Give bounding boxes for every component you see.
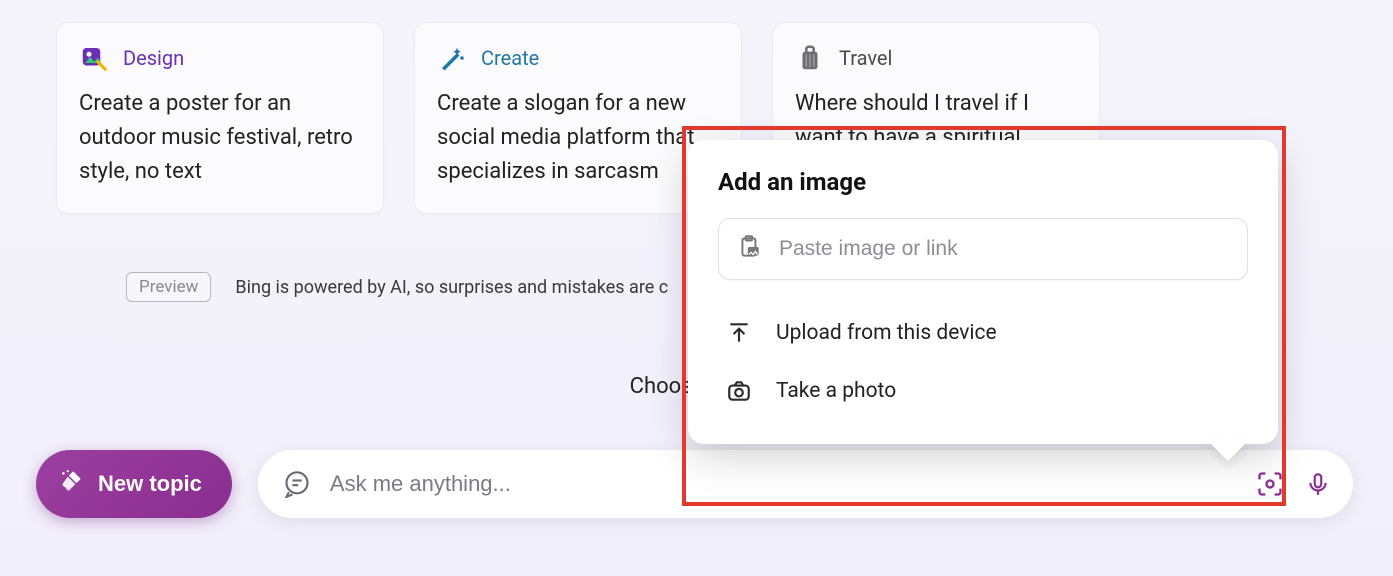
upload-from-device-option[interactable]: Upload from this device: [718, 304, 1248, 362]
clipboard-image-icon: [737, 234, 763, 264]
new-topic-button[interactable]: New topic: [36, 450, 232, 518]
take-photo-label: Take a photo: [776, 379, 896, 403]
card-category-label: Create: [481, 46, 539, 70]
preview-badge: Preview: [126, 272, 211, 302]
luggage-icon: [795, 43, 825, 73]
design-icon: [79, 43, 109, 73]
upload-label: Upload from this device: [776, 321, 997, 345]
bottom-bar: New topic: [36, 450, 1353, 518]
paste-image-field-wrap[interactable]: [718, 218, 1248, 280]
image-search-icon[interactable]: [1255, 469, 1285, 499]
ask-bar: [258, 450, 1353, 518]
disclaimer-text: Bing is powered by AI, so surprises and …: [235, 277, 668, 298]
suggestion-card-design[interactable]: Design Create a poster for an outdoor mu…: [56, 22, 384, 214]
add-image-popover: Add an image Upload from this device Tak…: [688, 140, 1278, 444]
new-topic-label: New topic: [98, 471, 202, 497]
camera-icon: [724, 376, 754, 406]
broom-icon: [58, 468, 84, 500]
upload-icon: [724, 318, 754, 348]
card-prompt-text: Create a slogan for a new social media p…: [437, 87, 719, 189]
ask-input[interactable]: [330, 471, 1237, 497]
paste-image-input[interactable]: [779, 237, 1229, 261]
take-photo-option[interactable]: Take a photo: [718, 362, 1248, 420]
card-category-label: Travel: [839, 46, 892, 70]
card-prompt-text: Create a poster for an outdoor music fes…: [79, 87, 361, 189]
card-category-label: Design: [123, 46, 184, 70]
microphone-icon[interactable]: [1303, 469, 1333, 499]
popover-title: Add an image: [718, 168, 1248, 196]
chat-icon: [282, 469, 312, 499]
wand-icon: [437, 43, 467, 73]
